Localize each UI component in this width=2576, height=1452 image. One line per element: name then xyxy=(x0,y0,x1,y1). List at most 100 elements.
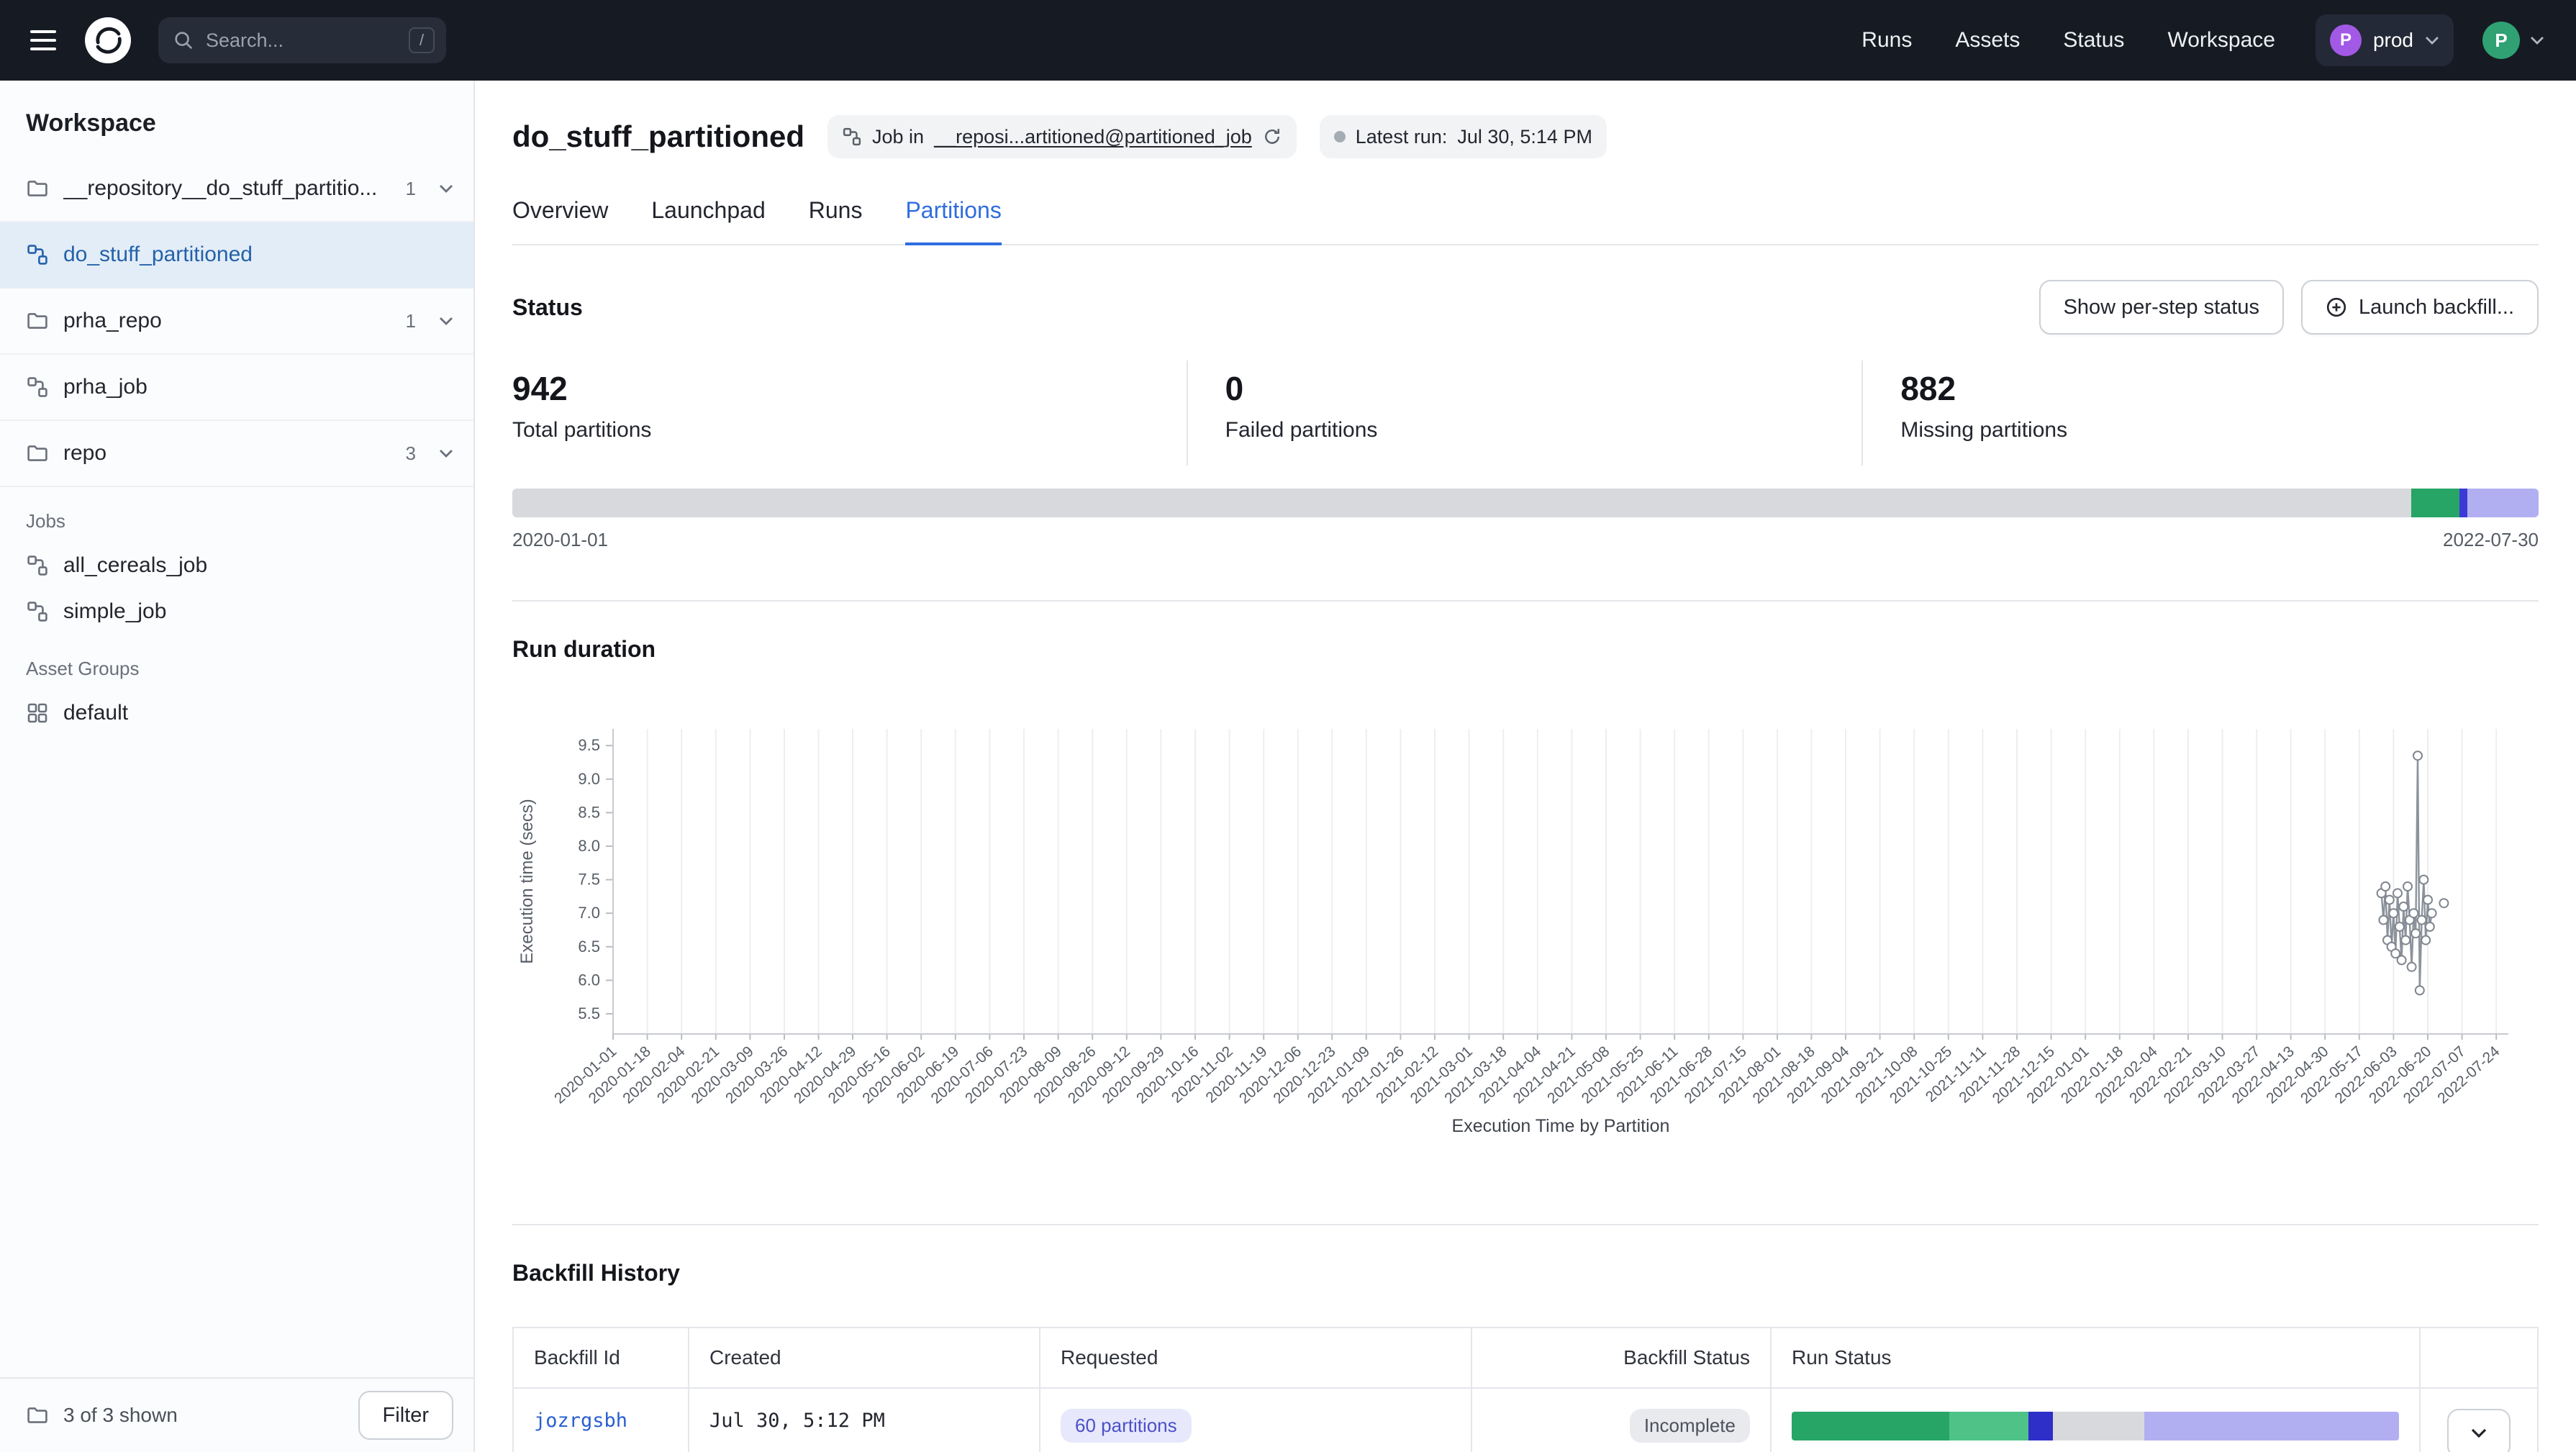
duration-line xyxy=(2382,756,2432,990)
data-point-marker xyxy=(2401,936,2410,945)
bar-segment xyxy=(2467,489,2539,517)
status-heading: Status xyxy=(512,294,583,321)
nav-link-assets[interactable]: Assets xyxy=(1955,28,2020,53)
chevron-down-icon[interactable] xyxy=(439,449,453,458)
data-point-marker xyxy=(2381,882,2390,891)
chevron-down-icon xyxy=(2425,36,2439,45)
run-duration-section: Run duration 2020-01-012020-01-182020-02… xyxy=(512,600,2539,1143)
stat-failed-partitions: 0 Failed partitions xyxy=(1188,360,1864,466)
menu-icon[interactable] xyxy=(20,16,69,65)
sidebar-item-label: __repository__do_stuff_partitio... xyxy=(63,176,377,201)
nav-link-workspace[interactable]: Workspace xyxy=(2167,28,2275,53)
sidebar-item-job-selected[interactable]: do_stuff_partitioned xyxy=(0,222,473,289)
deployment-switcher[interactable]: P prod xyxy=(2316,14,2454,66)
tab-overview[interactable]: Overview xyxy=(512,197,608,245)
search-icon xyxy=(173,30,194,51)
partition-stats: 942 Total partitions 0 Failed partitions… xyxy=(512,360,2539,466)
chevron-down-icon[interactable] xyxy=(439,317,453,325)
sidebar-item-repository[interactable]: prha_repo 1 xyxy=(0,289,473,355)
page-header: do_stuff_partitioned Job in __reposi...a… xyxy=(512,81,2539,158)
sidebar-item-label: all_cereals_job xyxy=(63,553,207,578)
menu-line xyxy=(30,39,56,42)
data-point-marker xyxy=(2411,929,2420,938)
backfill-history-section: Backfill History Backfill Id Created Req… xyxy=(512,1224,2539,1452)
sidebar-item-job[interactable]: all_cereals_job xyxy=(26,543,448,589)
y-axis-title: Execution time (secs) xyxy=(517,799,537,963)
job-icon xyxy=(26,554,49,577)
jobs-section: Jobs all_cereals_job simple_job xyxy=(0,487,473,635)
stat-value: 882 xyxy=(1900,369,2539,408)
run-duration-chart: 2020-01-012020-01-182020-02-042020-02-21… xyxy=(512,712,2537,1143)
sidebar-item-label: do_stuff_partitioned xyxy=(63,242,253,267)
data-point-marker xyxy=(2379,916,2387,925)
requested-partitions-chip[interactable]: 60 partitions xyxy=(1061,1409,1192,1443)
data-point-marker xyxy=(2408,963,2416,971)
sidebar-footer: 3 of 3 shown Filter xyxy=(0,1377,473,1452)
sidebar-item-repository[interactable]: repo 3 xyxy=(0,421,473,487)
app-shell: Workspace __repository__do_stuff_partiti… xyxy=(0,81,2576,1452)
bar-segment xyxy=(2028,1412,2053,1440)
folder-icon xyxy=(26,1404,49,1427)
sidebar-item-repository[interactable]: __repository__do_stuff_partitio... 1 xyxy=(0,156,473,222)
chevron-down-icon[interactable] xyxy=(439,184,453,193)
user-menu[interactable]: P xyxy=(2482,22,2544,59)
y-tick-label: 8.0 xyxy=(578,837,600,855)
nav-link-runs[interactable]: Runs xyxy=(1861,28,1912,53)
data-point-marker xyxy=(2419,876,2428,884)
launch-backfill-label: Launch backfill... xyxy=(2359,296,2514,319)
folder-icon xyxy=(26,177,49,200)
search-placeholder: Search... xyxy=(206,30,284,52)
dagster-logo[interactable] xyxy=(83,16,132,65)
job-icon xyxy=(26,243,49,266)
bar-segment xyxy=(512,489,2411,517)
run-duration-heading: Run duration xyxy=(512,636,2539,663)
latest-run-time-link[interactable]: Jul 30, 5:14 PM xyxy=(1457,126,1592,148)
data-point-marker xyxy=(2421,936,2430,945)
reload-icon[interactable] xyxy=(1262,127,1282,147)
data-point-marker xyxy=(2389,909,2398,917)
sidebar-item-count: 1 xyxy=(406,310,416,332)
run-status-bar[interactable] xyxy=(1792,1412,2399,1440)
asset-group-icon xyxy=(26,702,49,725)
bar-segment xyxy=(2411,489,2460,517)
sidebar-item-job[interactable]: simple_job xyxy=(26,589,448,635)
sidebar-item-label: default xyxy=(63,701,128,725)
data-point-marker xyxy=(2393,889,2402,897)
latest-run-tag: Latest run: Jul 30, 5:14 PM xyxy=(1320,115,1607,158)
row-expand-button[interactable] xyxy=(2447,1409,2511,1452)
partition-status-bar[interactable] xyxy=(512,489,2539,517)
asset-groups-section-label: Asset Groups xyxy=(26,658,448,680)
sidebar-item-asset-group[interactable]: default xyxy=(26,690,448,736)
col-actions xyxy=(2420,1328,2538,1388)
main-content: do_stuff_partitioned Job in __reposi...a… xyxy=(475,81,2576,1452)
show-per-step-status-button[interactable]: Show per-step status xyxy=(2039,280,2284,335)
menu-line xyxy=(30,30,56,33)
data-point-marker xyxy=(2409,909,2418,917)
data-point-marker xyxy=(2428,909,2436,917)
filter-button[interactable]: Filter xyxy=(358,1391,453,1440)
job-icon xyxy=(842,127,862,147)
data-point-marker xyxy=(2418,916,2426,925)
backfill-history-heading: Backfill History xyxy=(512,1260,2539,1287)
job-tag: Job in __reposi...artitioned@partitioned… xyxy=(827,115,1297,158)
search-input[interactable]: Search... / xyxy=(158,17,446,63)
data-point-marker xyxy=(2395,922,2404,931)
backfill-id-link[interactable]: jozrgsbh xyxy=(534,1410,627,1432)
col-backfill-status: Backfill Status xyxy=(1471,1328,1771,1388)
launch-backfill-button[interactable]: Launch backfill... xyxy=(2301,280,2539,335)
sidebar-item-count: 1 xyxy=(406,178,416,200)
tab-launchpad[interactable]: Launchpad xyxy=(651,197,765,245)
partition-bar-labels: 2020-01-01 2022-07-30 xyxy=(512,529,2539,551)
bar-segment xyxy=(2053,1412,2144,1440)
nav-link-status[interactable]: Status xyxy=(2063,28,2124,53)
stat-value: 0 xyxy=(1225,369,1862,408)
bar-segment xyxy=(1792,1412,1949,1440)
y-tick-label: 6.0 xyxy=(578,971,600,989)
data-point-marker xyxy=(2385,896,2394,904)
tab-runs[interactable]: Runs xyxy=(809,197,863,245)
table-header-row: Backfill Id Created Requested Backfill S… xyxy=(513,1328,2538,1388)
job-tag-path-link[interactable]: __reposi...artitioned@partitioned_job xyxy=(934,126,1252,148)
tab-partitions[interactable]: Partitions xyxy=(905,197,1001,245)
sidebar-item-job[interactable]: prha_job xyxy=(0,355,473,421)
sidebar-item-label: repo xyxy=(63,441,106,466)
